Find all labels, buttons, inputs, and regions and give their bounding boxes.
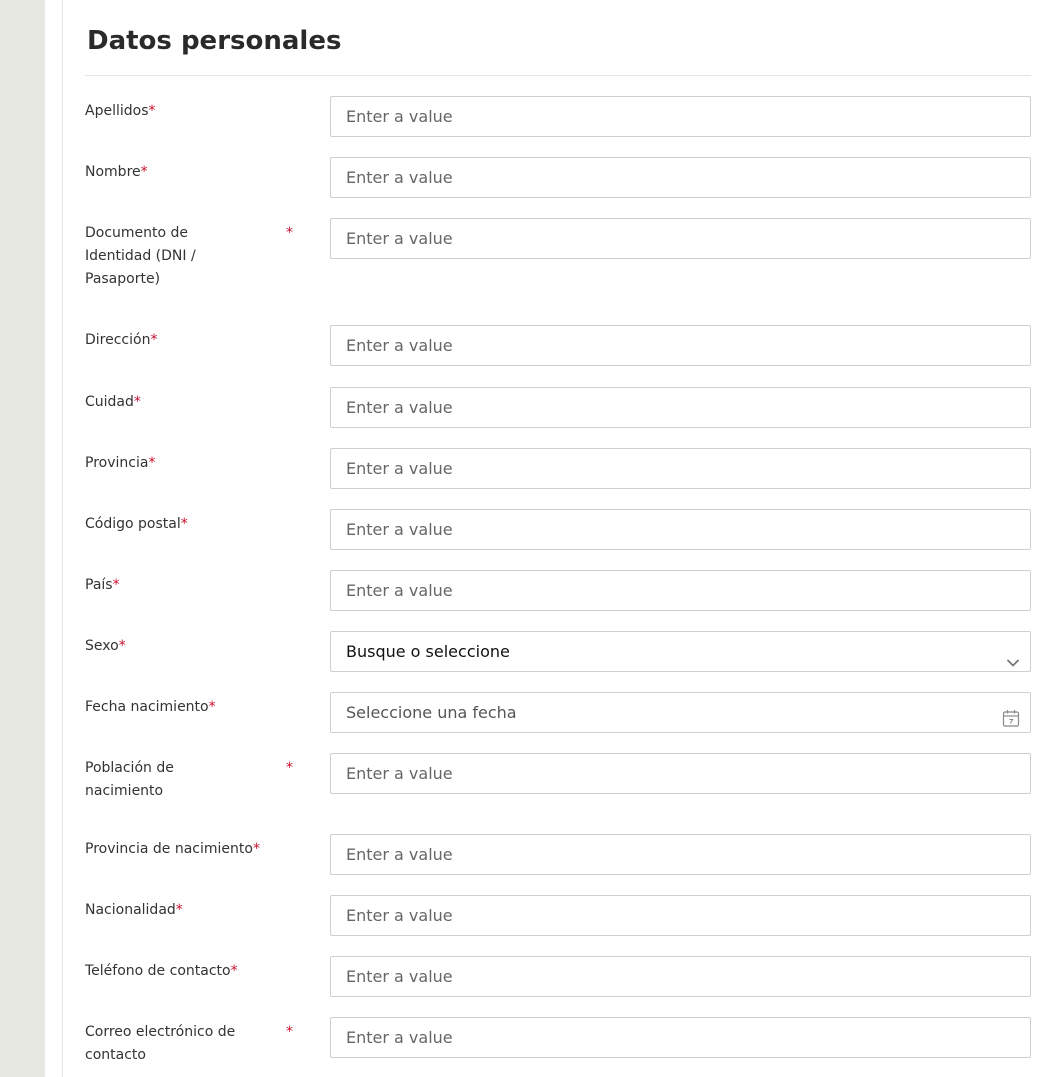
nombre-input[interactable]	[330, 157, 1031, 198]
required-mark: *	[230, 963, 238, 979]
label-codigo-postal: Código postal*	[85, 516, 188, 532]
provincia-input[interactable]	[330, 448, 1031, 489]
correo-input[interactable]	[330, 1017, 1031, 1058]
personal-data-form: Datos personales Apellidos* Nombre* Docu…	[85, 0, 1031, 1077]
label-telefono: Teléfono de contacto*	[85, 963, 238, 979]
required-mark: *	[133, 394, 141, 410]
chevron-down-icon	[1006, 645, 1020, 684]
label-correo: Correo electrónico de contacto *	[85, 1021, 310, 1067]
label-apellidos: Apellidos*	[85, 103, 156, 119]
left-sidebar-strip	[0, 0, 45, 1077]
label-fecha-nacimiento: Fecha nacimiento*	[85, 699, 216, 715]
codigo-postal-input[interactable]	[330, 509, 1031, 550]
calendar-icon[interactable]	[1002, 703, 1020, 742]
required-mark: *	[150, 332, 158, 348]
apellidos-input[interactable]	[330, 96, 1031, 137]
required-mark: *	[180, 516, 188, 532]
label-pais: País*	[85, 577, 120, 593]
required-mark: *	[148, 103, 156, 119]
required-mark: *	[286, 225, 293, 241]
label-provincia-nacimiento: Provincia de nacimiento*	[85, 841, 260, 857]
poblacion-nacimiento-input[interactable]	[330, 753, 1031, 794]
documento-input[interactable]	[330, 218, 1031, 259]
nacionalidad-input[interactable]	[330, 895, 1031, 936]
required-mark: *	[175, 902, 183, 918]
required-mark: *	[208, 699, 216, 715]
label-nacionalidad: Nacionalidad*	[85, 902, 183, 918]
label-cuidad: Cuidad*	[85, 394, 141, 410]
required-mark: *	[286, 760, 293, 776]
direccion-input[interactable]	[330, 325, 1031, 366]
label-nombre: Nombre*	[85, 164, 148, 180]
form-title: Datos personales	[87, 26, 342, 56]
content-divider	[62, 0, 63, 1077]
required-mark: *	[112, 577, 120, 593]
label-direccion: Dirección*	[85, 332, 158, 348]
fecha-nacimiento-input[interactable]: Seleccione una fecha	[330, 692, 1031, 733]
required-mark: *	[118, 638, 126, 654]
required-mark: *	[252, 841, 260, 857]
telefono-input[interactable]	[330, 956, 1031, 997]
sexo-select[interactable]: Busque o seleccione	[330, 631, 1031, 672]
label-poblacion-nacimiento: Población de nacimiento *	[85, 757, 310, 803]
cuidad-input[interactable]	[330, 387, 1031, 428]
required-mark: *	[148, 455, 156, 471]
required-mark: *	[286, 1024, 293, 1040]
fecha-nacimiento-placeholder: Seleccione una fecha	[346, 703, 517, 722]
pais-input[interactable]	[330, 570, 1031, 611]
label-provincia: Provincia*	[85, 455, 156, 471]
sexo-select-value: Busque o seleccione	[346, 642, 510, 661]
label-sexo: Sexo*	[85, 638, 126, 654]
required-mark: *	[140, 164, 148, 180]
label-documento: Documento de Identidad (DNI / Pasaporte)…	[85, 222, 310, 291]
provincia-nacimiento-input[interactable]	[330, 834, 1031, 875]
title-divider	[85, 75, 1031, 76]
